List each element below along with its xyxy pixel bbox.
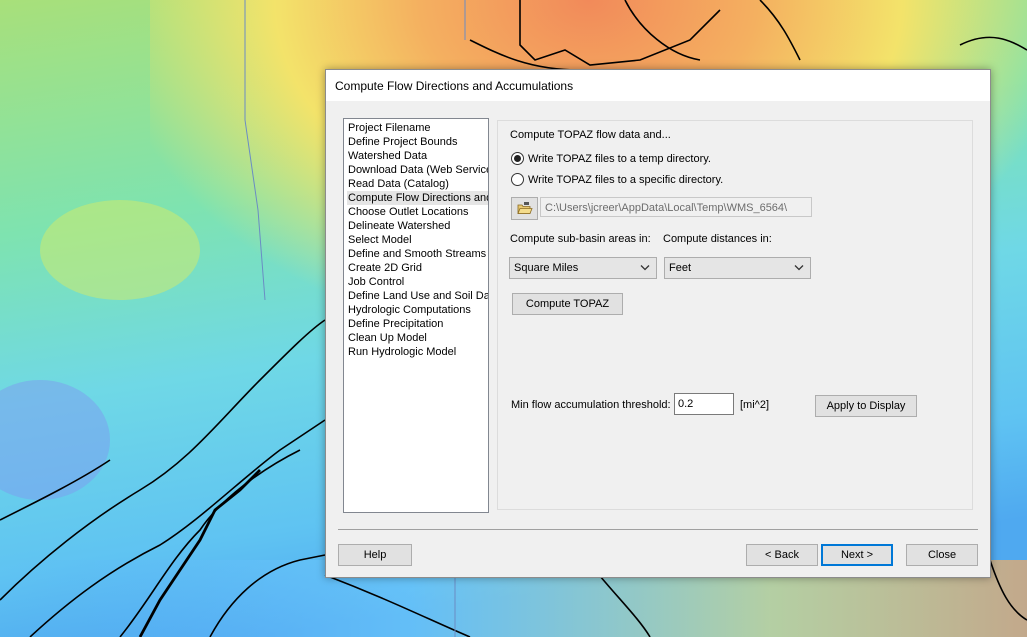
step-hydrologic-computations[interactable]: Hydrologic Computations (347, 303, 473, 317)
browse-folder-button[interactable] (511, 197, 538, 220)
dialog-title: Compute Flow Directions and Accumulation… (335, 79, 574, 93)
footer-divider (338, 529, 978, 530)
compute-topaz-button[interactable]: Compute TOPAZ (512, 293, 623, 315)
radio-specific-directory[interactable] (511, 173, 524, 186)
step-create-2d-grid[interactable]: Create 2D Grid (347, 261, 424, 275)
step-select-model[interactable]: Select Model (347, 233, 414, 247)
step-read-data-catalog[interactable]: Read Data (Catalog) (347, 177, 451, 191)
step-define-land-use-soil[interactable]: Define Land Use and Soil Dat (347, 289, 488, 303)
step-compute-flow-directions[interactable]: Compute Flow Directions and (347, 191, 488, 205)
compute-flow-dialog: Compute Flow Directions and Accumulation… (325, 69, 991, 578)
subbasin-units-select[interactable]: Square Miles (509, 257, 657, 279)
step-project-filename[interactable]: Project Filename (347, 121, 433, 135)
back-button[interactable]: < Back (746, 544, 818, 566)
distance-units-label: Compute distances in: (663, 233, 772, 245)
threshold-input[interactable]: 0.2 (674, 393, 734, 415)
help-button[interactable]: Help (338, 544, 412, 566)
subbasin-units-label: Compute sub-basin areas in: (510, 233, 651, 245)
close-button[interactable]: Close (906, 544, 978, 566)
radio-temp-directory[interactable] (511, 152, 524, 165)
distance-units-value: Feet (669, 262, 692, 274)
radio-temp-label[interactable]: Write TOPAZ files to a temp directory. (528, 153, 711, 165)
wizard-steps-list[interactable]: Project Filename Define Project Bounds W… (343, 118, 489, 513)
threshold-label: Min flow accumulation threshold: (511, 399, 671, 411)
chevron-down-icon (640, 265, 650, 271)
step-job-control[interactable]: Job Control (347, 275, 406, 289)
step-run-hydrologic-model[interactable]: Run Hydrologic Model (347, 345, 458, 359)
step-watershed-data[interactable]: Watershed Data (347, 149, 429, 163)
step-define-smooth-streams[interactable]: Define and Smooth Streams (347, 247, 488, 261)
chevron-down-icon (794, 265, 804, 271)
panel-heading: Compute TOPAZ flow data and... (510, 129, 671, 141)
options-panel: Compute TOPAZ flow data and... Write TOP… (497, 120, 973, 510)
radio-specific-label[interactable]: Write TOPAZ files to a specific director… (528, 174, 723, 186)
step-choose-outlet-locations[interactable]: Choose Outlet Locations (347, 205, 470, 219)
threshold-unit: [mi^2] (740, 399, 769, 411)
step-define-project-bounds[interactable]: Define Project Bounds (347, 135, 459, 149)
step-define-precipitation[interactable]: Define Precipitation (347, 317, 445, 331)
subbasin-units-value: Square Miles (514, 262, 579, 274)
dialog-titlebar: Compute Flow Directions and Accumulation… (326, 70, 990, 101)
step-clean-up-model[interactable]: Clean Up Model (347, 331, 429, 345)
next-button[interactable]: Next > (821, 544, 893, 566)
step-delineate-watershed[interactable]: Delineate Watershed (347, 219, 452, 233)
distance-units-select[interactable]: Feet (664, 257, 811, 279)
step-download-data[interactable]: Download Data (Web Service (347, 163, 488, 177)
apply-to-display-button[interactable]: Apply to Display (815, 395, 917, 417)
directory-path-field: C:\Users\jcreer\AppData\Local\Temp\WMS_6… (540, 197, 812, 217)
folder-open-icon (517, 202, 533, 214)
